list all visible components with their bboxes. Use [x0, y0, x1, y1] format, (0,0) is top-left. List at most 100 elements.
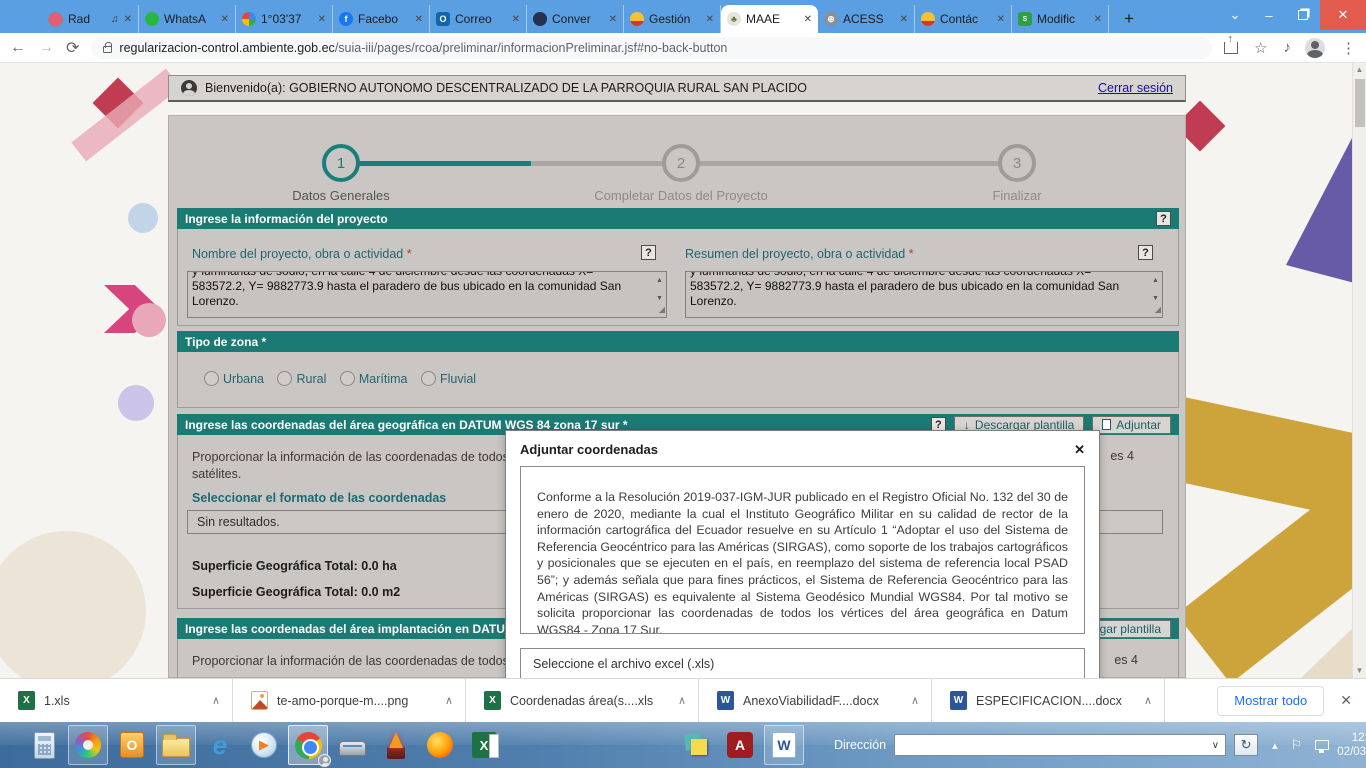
back-icon[interactable]: ← [10, 39, 26, 57]
radio-urbana[interactable] [204, 371, 219, 386]
forward-icon[interactable]: → [38, 39, 54, 57]
sticky-notes-icon[interactable] [676, 725, 716, 765]
media-playlist-icon[interactable]: ♪ [1284, 39, 1290, 56]
chrome-icon[interactable] [288, 725, 328, 765]
radio-label[interactable]: Urbana [223, 372, 264, 386]
tab-outlook[interactable]: O Correo ✕ [430, 5, 527, 33]
resize-handle-icon[interactable]: ◢ [1155, 302, 1161, 317]
tab-close-icon[interactable]: ✕ [1094, 14, 1102, 25]
download-item[interactable]: W AnexoViabilidadF....docx ∧ [699, 679, 932, 722]
scrollbar-thumb[interactable] [1355, 79, 1365, 127]
tab-converter[interactable]: Conver ✕ [527, 5, 624, 33]
download-menu-chevron-icon[interactable]: ∧ [1144, 694, 1152, 707]
step-1-circle[interactable]: 1 [322, 144, 360, 182]
help-icon[interactable]: ? [1156, 211, 1171, 226]
close-window-button[interactable]: ✕ [1320, 0, 1366, 30]
paint-icon[interactable] [68, 725, 108, 765]
scrollbar-up-icon[interactable]: ▲ [1353, 63, 1366, 77]
share-icon[interactable] [1224, 42, 1238, 54]
tab-close-icon[interactable]: ✕ [512, 14, 520, 25]
tab-maps[interactable]: 1°03'37 ✕ [236, 5, 333, 33]
scroll-up-icon[interactable]: ▲ [656, 277, 663, 284]
minimize-button[interactable]: – [1252, 8, 1286, 23]
tab-close-icon[interactable]: ✕ [706, 14, 714, 25]
reload-icon[interactable]: ⟳ [66, 38, 79, 58]
modal-close-icon[interactable]: ✕ [1074, 442, 1085, 458]
tab-close-icon[interactable]: ✕ [318, 14, 326, 25]
nombre-textarea[interactable]: y luminarias de sodio, en la calle 4 de … [187, 271, 667, 318]
adjuntar-button[interactable]: Adjuntar [1092, 416, 1171, 434]
disc-burner-icon[interactable] [376, 725, 416, 765]
tab-close-icon[interactable]: ✕ [221, 14, 229, 25]
go-refresh-button[interactable]: ↻ [1234, 734, 1258, 756]
radio-rural[interactable] [277, 371, 292, 386]
download-item[interactable]: X Coordenadas área(s....xls ∧ [466, 679, 699, 722]
radio-label[interactable]: Rural [296, 372, 326, 386]
close-downloads-bar-icon[interactable]: ✕ [1340, 692, 1352, 709]
lock-icon[interactable] [103, 46, 112, 53]
tab-maae-active[interactable]: ♣ MAAE ✕ [721, 5, 818, 33]
show-all-downloads-button[interactable]: Mostrar todo [1217, 686, 1324, 716]
file-explorer-icon[interactable] [156, 725, 196, 765]
profile-avatar[interactable] [1305, 38, 1325, 58]
show-hidden-icons[interactable]: ▴ [1272, 739, 1278, 752]
tab-close-icon[interactable]: ✕ [900, 14, 908, 25]
download-menu-chevron-icon[interactable]: ∧ [678, 694, 686, 707]
tab-close-icon[interactable]: ✕ [609, 14, 617, 25]
tab-facebook[interactable]: f Facebo ✕ [333, 5, 430, 33]
help-icon[interactable]: ? [1138, 245, 1153, 260]
kebab-menu-icon[interactable]: ⋮ [1341, 39, 1356, 57]
url-text[interactable]: regularizacion-control.ambiente.gob.ec/s… [119, 41, 727, 55]
scrollbar-down-icon[interactable]: ▼ [1353, 664, 1366, 678]
tab-search-chevron-icon[interactable]: ⌄ [1218, 7, 1252, 23]
download-menu-chevron-icon[interactable]: ∧ [911, 694, 919, 707]
download-item[interactable]: X 1.xls ∧ [0, 679, 233, 722]
media-player-icon[interactable]: ▶ [244, 725, 284, 765]
address-bar[interactable]: regularizacion-control.ambiente.gob.ec/s… [91, 37, 1212, 59]
radio-maritima[interactable] [340, 371, 355, 386]
radio-fluvial[interactable] [421, 371, 436, 386]
download-menu-chevron-icon[interactable]: ∧ [212, 694, 220, 707]
new-tab-button[interactable]: + [1109, 5, 1149, 33]
taskbar-clock[interactable]: 12:07 02/03/2022 [1337, 731, 1366, 759]
download-item[interactable]: W ESPECIFICACION....docx ∧ [932, 679, 1165, 722]
dropdown-chevron-icon[interactable]: ∨ [1206, 740, 1225, 751]
tab-whatsapp[interactable]: WhatsA ✕ [139, 5, 236, 33]
scanner-icon[interactable] [332, 725, 372, 765]
step-2-circle[interactable]: 2 [662, 144, 700, 182]
outlook-icon[interactable]: O [112, 725, 152, 765]
radio-label[interactable]: Fluvial [440, 372, 476, 386]
action-center-flag-icon[interactable]: ⚐ [1291, 737, 1303, 753]
help-icon[interactable]: ? [641, 245, 656, 260]
tab-close-icon[interactable]: ✕ [415, 14, 423, 25]
calculator-icon[interactable] [24, 725, 64, 765]
direccion-input[interactable]: ∨ [894, 734, 1226, 756]
word-icon[interactable]: W [764, 725, 804, 765]
tab-radio[interactable]: Rad ♫ ✕ [42, 5, 139, 33]
tab-acess[interactable]: ⊕ ACESS ✕ [818, 5, 915, 33]
download-menu-chevron-icon[interactable]: ∧ [445, 694, 453, 707]
tab-close-icon[interactable]: ✕ [124, 14, 132, 25]
resize-handle-icon[interactable]: ◢ [659, 302, 665, 317]
logout-link[interactable]: Cerrar sesión [1098, 81, 1173, 95]
firefox-icon[interactable] [420, 725, 460, 765]
file-select-field[interactable]: Seleccione el archivo excel (.xls) [520, 648, 1085, 678]
tab-close-icon[interactable]: ✕ [997, 14, 1005, 25]
network-icon[interactable] [1315, 740, 1329, 750]
tab-gestion[interactable]: Gestión ✕ [624, 5, 721, 33]
radio-label[interactable]: Marítima [359, 372, 408, 386]
download-item[interactable]: te-amo-porque-m....png ∧ [233, 679, 466, 722]
resumen-textarea[interactable]: y luminarias de sodio, en la calle 4 de … [685, 271, 1163, 318]
bookmark-star-icon[interactable]: ☆ [1254, 39, 1267, 57]
scroll-up-icon[interactable]: ▲ [1152, 277, 1159, 284]
restore-button[interactable] [1286, 8, 1320, 23]
tab-modificacion[interactable]: S Modific ✕ [1012, 5, 1109, 33]
internet-explorer-icon[interactable]: e [200, 725, 240, 765]
excel-icon[interactable]: X [464, 725, 504, 765]
step-3-circle[interactable]: 3 [998, 144, 1036, 182]
page-scrollbar[interactable]: ▲ ▼ [1352, 63, 1366, 678]
acrobat-glyph: A [727, 732, 753, 758]
tab-close-icon[interactable]: ✕ [804, 14, 812, 25]
tab-contacto[interactable]: Contác ✕ [915, 5, 1012, 33]
acrobat-icon[interactable]: A [720, 725, 760, 765]
